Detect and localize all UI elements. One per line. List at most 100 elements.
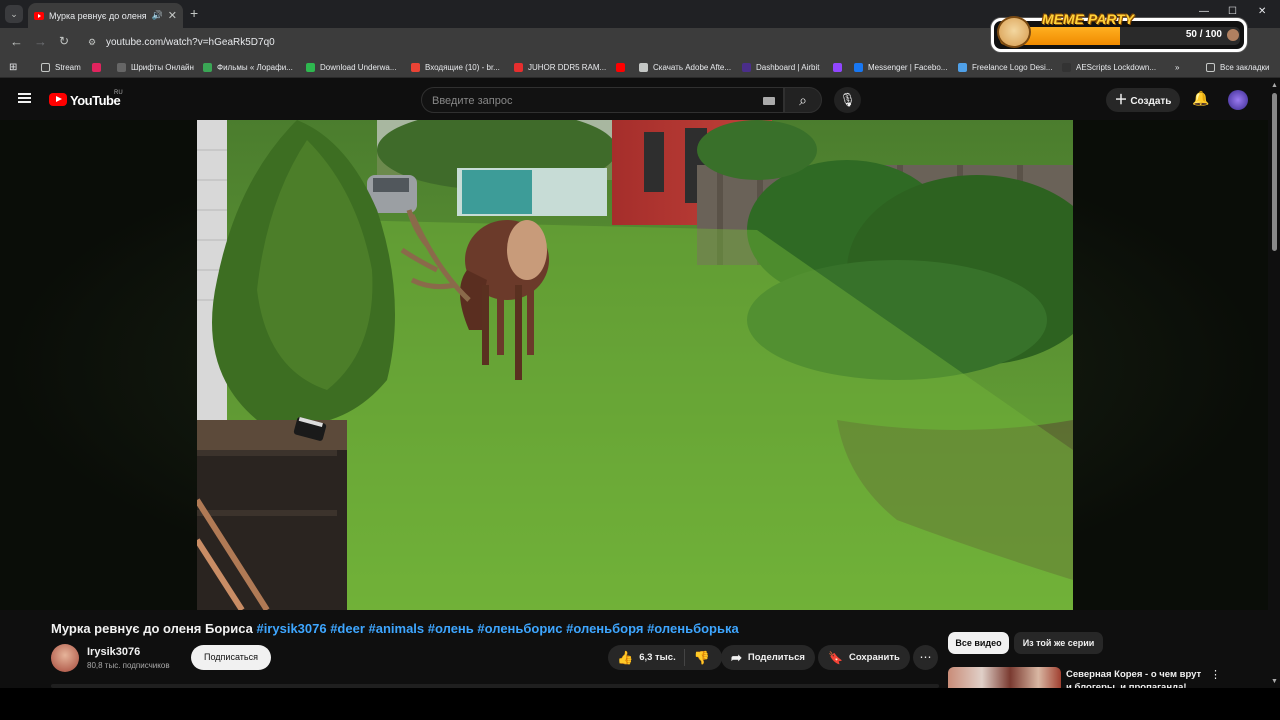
search-icon: ⌕ (799, 92, 807, 108)
bookmark-item[interactable]: JUHOR DDR5 RAM... (514, 61, 606, 73)
share-button[interactable]: ➦ Поделиться (721, 645, 815, 670)
dislike-button[interactable]: 👎 (685, 650, 719, 666)
bookmark-label: Messenger | Facebo... (868, 62, 948, 72)
save-label: Сохранить (848, 652, 900, 663)
more-icon: ⋯ (919, 650, 932, 664)
bookmark-item[interactable]: Download Underwa... (306, 61, 396, 73)
tab-search-button[interactable]: ⌄ (5, 5, 23, 23)
youtube-logo-icon[interactable] (49, 93, 67, 106)
video-title-text: Мурка ревнує до оленя Бориса (51, 621, 253, 636)
recommended-video-menu-icon[interactable]: ⋮ (1210, 668, 1221, 681)
bookmark-label: Шрифты Онлайн (131, 62, 194, 72)
bookmark-item[interactable] (92, 61, 101, 73)
youtube-wordmark[interactable]: YouTube (70, 93, 121, 108)
youtube-icon (616, 62, 625, 72)
gmail-icon (411, 62, 420, 72)
scroll-down-icon[interactable]: ▼ (1271, 678, 1278, 685)
scroll-up-icon[interactable]: ▲ (1271, 82, 1278, 89)
recommended-video-title[interactable]: Северная Корея - о чем врут и блогеры, и… (1066, 668, 1206, 688)
bookmark-item[interactable] (833, 61, 842, 73)
bookmark-label: Фильмы « Лорафи... (217, 62, 293, 72)
channel-name[interactable]: Irysik3076 (87, 646, 140, 658)
address-bar[interactable]: youtube.com/watch?v=hGeaRk5D7q0 (106, 37, 275, 48)
bookmark-label: Входящие (10) - br... (425, 62, 500, 72)
menu-icon[interactable] (18, 93, 31, 103)
minimize-icon[interactable]: — (1199, 6, 1209, 17)
create-button[interactable]: ＋ Создать (1106, 88, 1180, 112)
search-input[interactable]: Введите запрос (421, 87, 784, 113)
notifications-bell-icon[interactable]: 🔔 (1192, 90, 1209, 107)
bookmarks-bar: ⊞ Stream Шрифты Онлайн Фильмы « Лорафи... D… (0, 56, 1280, 78)
apps-icon[interactable]: ⊞ (9, 61, 17, 73)
twitch-icon (833, 62, 842, 72)
bookmark-item[interactable]: Stream (41, 61, 81, 73)
bookmark-item[interactable]: AEScripts Lockdown... (1062, 61, 1156, 73)
bookmark-label: JUHOR DDR5 RAM... (528, 62, 607, 72)
description-box[interactable] (51, 684, 939, 688)
video-frame[interactable] (197, 120, 1073, 610)
bookmark-label: Dashboard | Airbit (756, 62, 820, 72)
facebook-icon (854, 62, 863, 72)
share-label: Поделиться (747, 652, 805, 663)
download-icon (306, 62, 315, 72)
bookmark-item[interactable]: Входящие (10) - br... (411, 61, 500, 73)
recommended-video-thumbnail[interactable] (948, 667, 1061, 688)
youtube-favicon-icon (34, 11, 44, 20)
chip-same-series[interactable]: Из той же серии (1014, 632, 1103, 654)
video-hashtags[interactable]: #irysik3076 #deer #animals #олень #олень… (256, 621, 738, 636)
keyboard-icon[interactable] (763, 97, 775, 105)
bookmark-item[interactable]: Freelance Logo Desi... (958, 61, 1053, 73)
back-icon[interactable]: ← (10, 34, 23, 49)
all-bookmarks-button[interactable]: Все закладки (1206, 61, 1269, 73)
tab-active[interactable]: Мурка ревнує до оленя Бо 🔊 ✕ (28, 3, 183, 28)
new-tab-button[interactable]: + (190, 5, 198, 21)
close-window-icon[interactable]: ✕ (1258, 6, 1266, 17)
voice-search-button[interactable]: 🎙 (834, 87, 861, 113)
bookmark-icon: 🔖 (828, 650, 843, 665)
bookmark-item[interactable]: Скачать Adobe Afte... (639, 61, 731, 73)
more-bookmarks-icon[interactable]: » (1175, 61, 1179, 73)
bookmark-label: Stream (55, 62, 81, 72)
chip-all-videos[interactable]: Все видео (948, 632, 1009, 654)
reload-icon[interactable]: ↻ (59, 34, 69, 48)
save-button[interactable]: 🔖 Сохранить (818, 645, 910, 670)
maximize-icon[interactable]: ☐ (1228, 6, 1237, 17)
gear-icon (958, 62, 967, 72)
bookmark-label: Скачать Adobe Afte... (653, 62, 732, 72)
channel-avatar[interactable] (51, 644, 79, 672)
forward-icon[interactable]: → (34, 34, 47, 49)
youtube-header: YouTube RU Введите запрос ⌕ 🎙 ＋ Создать … (0, 78, 1280, 120)
thumbs-up-icon: 👍 (617, 649, 634, 665)
subscribe-button[interactable]: Подписаться (191, 645, 271, 670)
search-button[interactable]: ⌕ (784, 87, 822, 113)
scrollbar-thumb[interactable] (1272, 93, 1277, 251)
meme-party-widget[interactable]: MEME PARTY 50 / 100 (991, 11, 1247, 52)
account-avatar[interactable] (1228, 90, 1248, 110)
more-actions-button[interactable]: ⋯ (913, 645, 938, 670)
microphone-icon: 🎙 (839, 92, 856, 107)
bookmark-item[interactable]: Фильмы « Лорафи... (203, 61, 293, 73)
folder-icon (41, 62, 50, 72)
font-icon (117, 62, 126, 72)
plus-icon: ＋ (1114, 92, 1128, 107)
speaker-icon[interactable]: 🔊 (152, 10, 163, 21)
create-label: Создать (1130, 96, 1172, 107)
bookmark-item[interactable]: Шрифты Онлайн (117, 61, 194, 73)
all-bookmarks-label: Все закладки (1220, 62, 1270, 72)
search-placeholder: Введите запрос (432, 95, 513, 107)
airbit-icon (742, 62, 751, 72)
doge-icon (997, 16, 1031, 48)
video-title: Мурка ревнує до оленя Бориса #irysik3076… (51, 621, 739, 636)
like-dislike-group: 👍 6,3 тыс. 👎 (608, 645, 722, 670)
browser-window: ⌄ Мурка ревнує до оленя Бо 🔊 ✕ + — ☐ ✕ ←… (0, 0, 1280, 688)
video-player[interactable] (0, 120, 1268, 610)
bookmark-item[interactable] (616, 61, 625, 73)
like-button[interactable]: 👍 6,3 тыс. (608, 649, 685, 666)
subscriber-count: 80,8 тыс. подписчиков (87, 661, 170, 670)
close-tab-icon[interactable]: ✕ (168, 9, 177, 22)
shop-icon (514, 62, 523, 72)
bookmark-item[interactable]: Messenger | Facebo... (854, 61, 947, 73)
meme-party-brand: MEME PARTY (1042, 11, 1135, 27)
bookmark-item[interactable]: Dashboard | Airbit (742, 61, 819, 73)
site-info-icon[interactable]: ⚙ (88, 37, 96, 48)
